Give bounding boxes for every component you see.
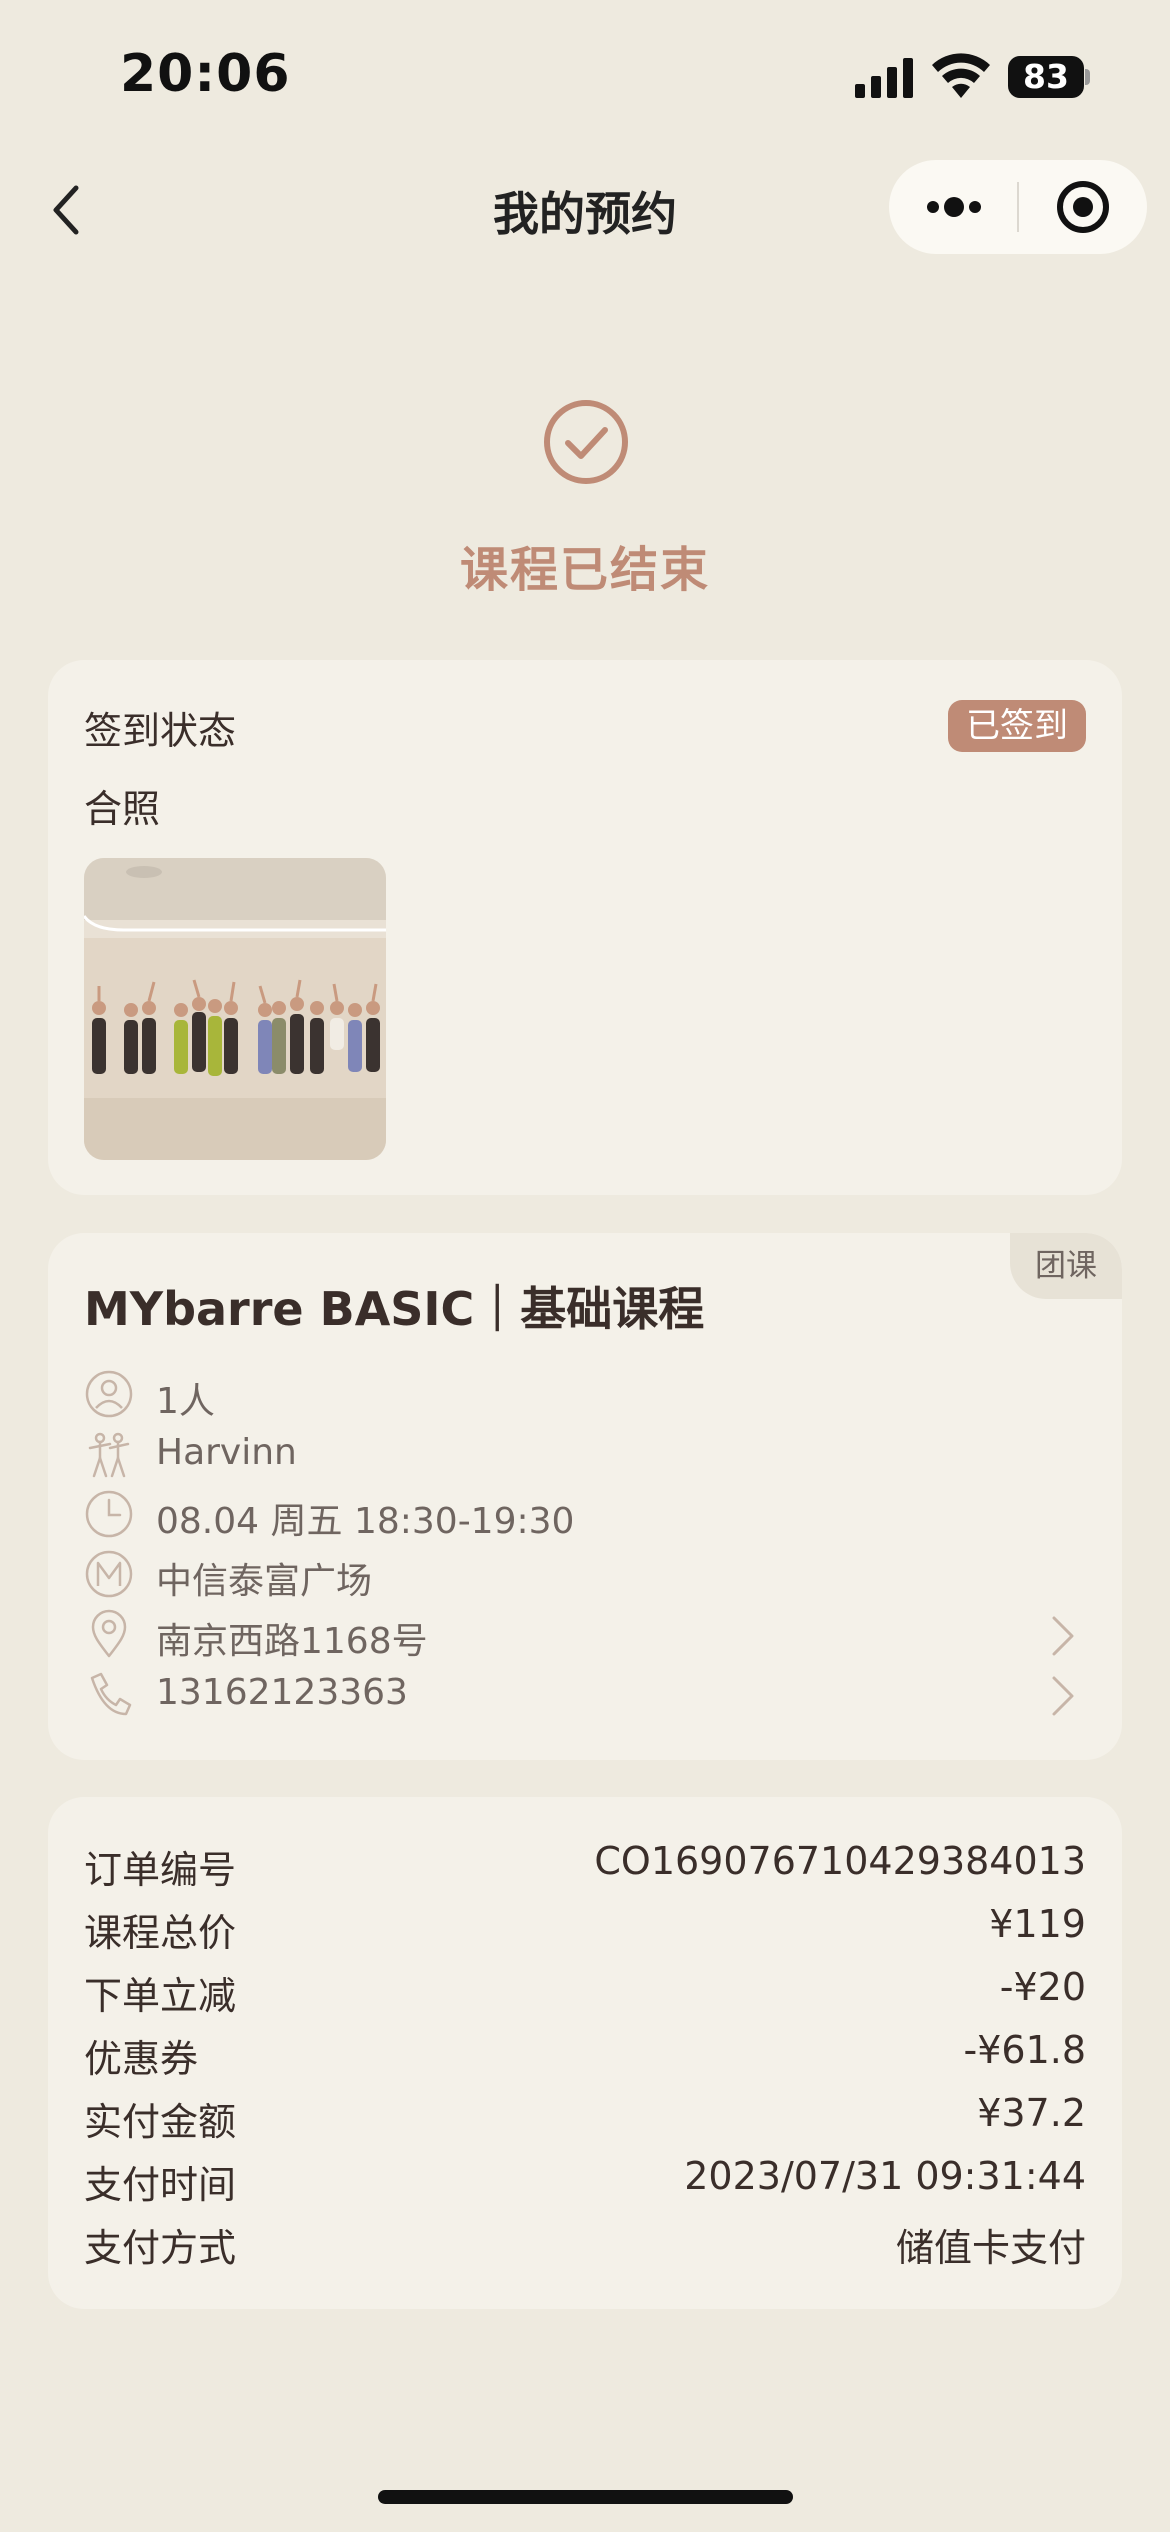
course-total-value: ¥119 xyxy=(989,1902,1086,1946)
close-mini-program-button[interactable] xyxy=(1019,160,1147,254)
booking-status-title: 课程已结束 xyxy=(459,542,710,598)
home-indicator[interactable] xyxy=(378,2490,793,2504)
group-photo-label: 合照 xyxy=(84,787,161,831)
checkin-status-label: 签到状态 xyxy=(84,709,237,753)
phone-icon xyxy=(90,1672,132,1716)
checkin-card: 签到状态 已签到 合照 xyxy=(48,660,1122,1195)
payment-time-value: 2023/07/31 09:31:44 xyxy=(684,2154,1086,2198)
amount-paid-row: 实付金额 ¥37.2 xyxy=(84,2091,1086,2147)
time-text: 08.04 周五 18:30-19:30 xyxy=(156,1501,575,1542)
check-circle-icon xyxy=(544,400,628,484)
address-row[interactable]: 南京西路1168号 xyxy=(84,1608,1086,1664)
participants-row: 1人 xyxy=(84,1368,1086,1424)
instructor-text: Harvinn xyxy=(156,1432,297,1473)
coupon-row: 优惠券 -¥61.8 xyxy=(84,2028,1086,2084)
payment-method-row: 支付方式 储值卡支付 xyxy=(84,2217,1086,2273)
order-card: 订单编号 CO169076710429384013 课程总价 ¥119 下单立减… xyxy=(48,1797,1122,2309)
chevron-right-icon[interactable] xyxy=(1048,1614,1078,1658)
group-photo[interactable] xyxy=(84,858,386,1160)
m-logo-icon xyxy=(85,1550,133,1598)
course-total-row: 课程总价 ¥119 xyxy=(84,1902,1086,1958)
order-discount-row: 下单立减 -¥20 xyxy=(84,1965,1086,2021)
venue-row: 中信泰富广场 xyxy=(84,1548,1086,1604)
time-row: 08.04 周五 18:30-19:30 xyxy=(84,1488,1086,1544)
order-discount-label: 下单立减 xyxy=(84,1974,237,2018)
order-number-label: 订单编号 xyxy=(84,1848,237,1892)
payment-time-label: 支付时间 xyxy=(84,2163,237,2207)
more-options-button[interactable] xyxy=(889,160,1017,254)
class-type-tag: 团课 xyxy=(1010,1233,1122,1299)
status-time: 20:06 xyxy=(120,44,291,104)
order-number-value: CO169076710429384013 xyxy=(594,1839,1086,1883)
person-icon xyxy=(85,1370,133,1418)
cellular-signal-icon xyxy=(855,58,913,98)
order-discount-value: -¥20 xyxy=(999,1965,1086,2009)
location-pin-icon xyxy=(91,1609,127,1658)
coupon-label: 优惠券 xyxy=(84,2037,199,2081)
nav-bar: 我的预约 xyxy=(0,150,1170,265)
battery-level: 83 xyxy=(1008,56,1084,98)
course-title: MYbarre BASIC｜基础课程 xyxy=(84,1282,705,1336)
participants-text: 1人 xyxy=(156,1381,215,1422)
mini-program-capsule xyxy=(889,160,1147,254)
payment-method-label: 支付方式 xyxy=(84,2226,237,2270)
clock-icon xyxy=(85,1490,133,1538)
course-total-label: 课程总价 xyxy=(84,1911,237,1955)
coupon-value: -¥61.8 xyxy=(963,2028,1087,2072)
order-number-row: 订单编号 CO169076710429384013 xyxy=(84,1839,1086,1895)
checked-in-badge: 已签到 xyxy=(948,700,1086,752)
status-bar: 20:06 83 xyxy=(0,0,1170,150)
payment-time-row: 支付时间 2023/07/31 09:31:44 xyxy=(84,2154,1086,2210)
course-card: 团课 MYbarre BASIC｜基础课程 1人 Harvinn 08.04 周… xyxy=(48,1233,1122,1760)
dancer-icon xyxy=(88,1432,130,1478)
phone-row[interactable]: 13162123363 xyxy=(84,1668,1086,1724)
chevron-right-icon[interactable] xyxy=(1048,1674,1078,1718)
wifi-icon xyxy=(932,53,990,98)
address-text: 南京西路1168号 xyxy=(156,1621,428,1662)
venue-text: 中信泰富广场 xyxy=(156,1561,373,1602)
back-button[interactable] xyxy=(40,180,100,240)
amount-paid-label: 实付金额 xyxy=(84,2100,237,2144)
instructor-row: Harvinn xyxy=(84,1428,1086,1484)
phone-text: 13162123363 xyxy=(156,1672,408,1713)
amount-paid-value: ¥37.2 xyxy=(977,2091,1086,2135)
battery-icon: 83 xyxy=(1008,56,1090,98)
payment-method-value: 储值卡支付 xyxy=(895,2226,1086,2270)
battery-cap xyxy=(1085,69,1090,85)
